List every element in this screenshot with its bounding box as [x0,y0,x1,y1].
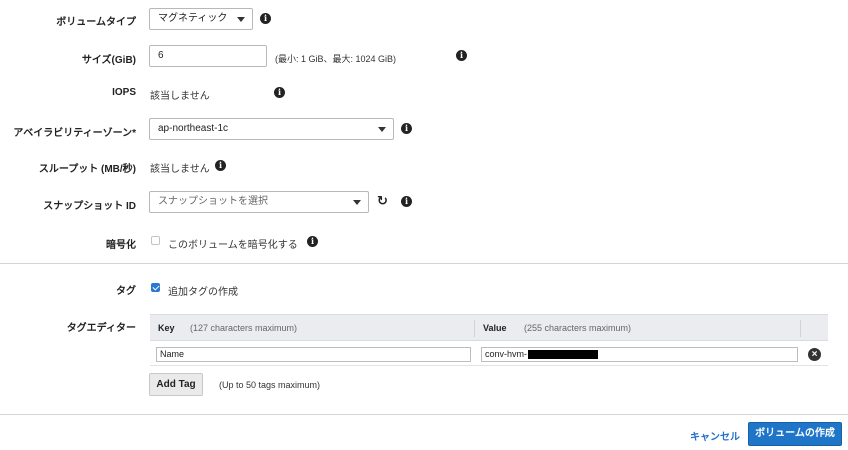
size-value: 6 [158,50,164,61]
snapshot-label: スナップショット ID [43,201,136,212]
tag-table-header: Key (127 characters maximum) Value (255 … [150,314,828,341]
add-tag-button[interactable]: Add Tag [149,373,203,396]
value-header: Value [483,323,507,333]
create-volume-button[interactable]: ボリュームの作成 [748,422,842,446]
footer-divider [0,414,848,415]
throughput-value: 該当しません [150,164,210,175]
size-input[interactable]: 6 [149,45,267,67]
size-hint: (最小: 1 GiB、最大: 1024 GiB) [275,54,397,64]
tag-key-value: Name [160,349,185,359]
info-icon[interactable]: i [274,87,285,98]
info-icon[interactable]: i [260,13,271,24]
volume-type-select[interactable]: マグネティック [149,8,253,30]
add-tag-hint: (Up to 50 tags maximum) [219,380,321,390]
tag-key-input[interactable]: Name [156,347,471,362]
tag-editor-table: Key (127 characters maximum) Value (255 … [150,314,828,370]
key-header: Key [158,323,175,333]
section-divider [0,263,848,264]
volume-type-value: マグネティック [158,13,228,24]
tag-value-value: conv-hvm- [485,349,528,359]
availability-zone-select[interactable]: ap-northeast-1c [149,118,394,140]
chevron-down-icon [353,200,361,205]
info-icon[interactable]: i [307,236,318,247]
column-divider [800,320,801,337]
column-divider [474,320,475,337]
tags-checkbox[interactable] [151,283,160,292]
info-icon[interactable]: i [401,123,412,134]
cancel-button[interactable]: キャンセル [690,428,740,443]
snapshot-select[interactable]: スナップショットを選択 [149,191,369,213]
availability-zone-label: アベイラビリティーゾーン* [13,128,136,139]
volume-type-label: ボリュームタイプ [56,17,136,28]
tag-editor-label: タグエディター [66,323,136,334]
info-icon[interactable]: i [401,196,412,207]
encryption-checkbox-label: このボリュームを暗号化する [168,240,298,251]
availability-zone-value: ap-northeast-1c [158,123,229,134]
snapshot-placeholder: スナップショットを選択 [158,196,268,207]
tags-checkbox-label: 追加タグの作成 [168,287,238,298]
encryption-checkbox[interactable] [151,236,160,245]
chevron-down-icon [237,17,245,22]
value-header-note: (255 characters maximum) [524,323,632,333]
tag-value-input[interactable]: conv-hvm- [481,347,798,362]
iops-value: 該当しません [150,91,210,102]
info-icon[interactable]: i [215,160,226,171]
table-row: Name conv-hvm- [150,341,828,366]
chevron-down-icon [378,127,386,132]
iops-label: IOPS [112,87,136,98]
size-label: サイズ(GiB) [81,55,136,66]
key-header-note: (127 characters maximum) [190,323,298,333]
refresh-icon[interactable]: ↻ [377,194,389,207]
tags-label: タグ [116,286,136,297]
throughput-label: スループット (MB/秒) [38,164,136,175]
redacted-block [528,350,599,360]
encryption-label: 暗号化 [106,240,136,251]
remove-icon[interactable]: × [808,348,821,361]
info-icon[interactable]: i [456,50,467,61]
